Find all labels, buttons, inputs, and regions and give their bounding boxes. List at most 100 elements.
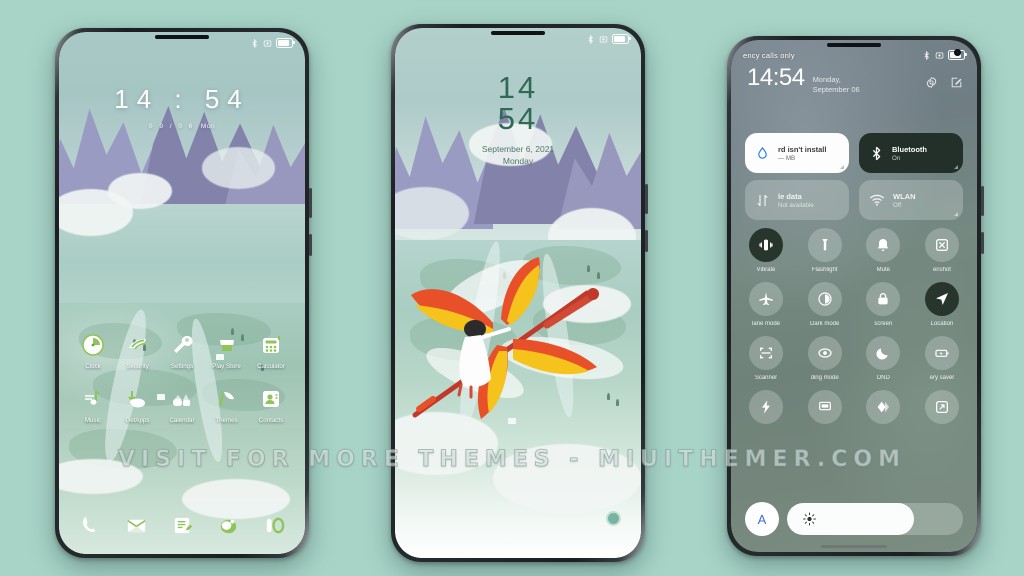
cc-toggle-row-1: Vibrate Flashlight Mute enshot xyxy=(743,228,965,273)
airplane-icon xyxy=(749,282,783,316)
app-themes[interactable]: Themes xyxy=(207,386,247,424)
bluetooth-icon xyxy=(924,50,929,60)
app-label: Play Store xyxy=(212,363,241,370)
tile-expand-corner[interactable] xyxy=(840,165,844,169)
phone-device-lockscreen: 14 54 September 6, 2021 Monday xyxy=(391,24,648,562)
cc-toggle-grid: Vibrate Flashlight Mute enshot lane mode… xyxy=(743,228,965,438)
tile-mobile-data[interactable]: le data Not available xyxy=(745,180,849,220)
home-app-row-1: Clock Security Settings Play Store Calcu… xyxy=(67,332,297,370)
power-button[interactable] xyxy=(645,230,648,252)
envelope-icon[interactable] xyxy=(123,512,149,538)
cc-clock: 14:54 xyxy=(747,64,805,91)
toggle-dark-mode[interactable]: Dark mode xyxy=(802,282,848,327)
brightness-control: A xyxy=(745,502,963,536)
battery-saver-icon xyxy=(924,336,959,370)
toggle-label: Scanner xyxy=(754,375,778,381)
toggle-lock-screen[interactable]: screen xyxy=(860,282,906,327)
phone-icon[interactable] xyxy=(77,512,103,538)
control-center-header: 14:54 Monday, September 06 xyxy=(747,66,963,95)
brightness-slider[interactable] xyxy=(787,503,963,535)
alarm-icon xyxy=(935,52,944,58)
tile-wlan[interactable]: WLAN Off xyxy=(859,180,963,220)
play-store-icon xyxy=(214,332,240,358)
toggle-location[interactable]: Location xyxy=(919,282,965,327)
clock-icon xyxy=(80,332,106,358)
fingerprint-indicator[interactable] xyxy=(608,513,619,524)
volume-button[interactable] xyxy=(645,184,648,214)
cc-time-row: 14:54 Monday, September 06 xyxy=(747,66,963,95)
toggle-screenshot[interactable]: enshot xyxy=(919,228,965,273)
app-security[interactable]: Security xyxy=(118,332,158,370)
power-button[interactable] xyxy=(309,234,312,256)
earpiece-speaker xyxy=(491,31,545,35)
browser-icon[interactable] xyxy=(261,512,287,538)
tile-expand-corner[interactable] xyxy=(954,212,958,216)
themes-icon xyxy=(214,386,240,412)
home-indicator[interactable] xyxy=(821,545,887,548)
tile-title: rd isn't install xyxy=(778,144,827,154)
getapps-icon xyxy=(125,386,151,412)
gear-icon[interactable] xyxy=(925,76,938,89)
toggle-cast[interactable] xyxy=(802,390,848,429)
screenshot-icon xyxy=(924,228,959,262)
app-label: Settings xyxy=(170,363,194,370)
scanner-icon xyxy=(749,336,783,370)
app-calculator[interactable]: Calculator xyxy=(251,332,291,370)
home-clock-subline: 0 9 / 0 6 Mon xyxy=(59,123,305,130)
app-label: Calculator xyxy=(257,363,285,370)
app-play-store[interactable]: Play Store xyxy=(207,332,247,370)
battery-icon xyxy=(276,38,295,48)
notes-icon[interactable] xyxy=(169,512,195,538)
battery-icon xyxy=(612,34,631,44)
calculator-icon xyxy=(258,332,284,358)
toggle-scanner[interactable]: Scanner xyxy=(743,336,789,381)
volume-button[interactable] xyxy=(309,188,312,218)
app-music[interactable]: Music xyxy=(73,386,113,424)
lockscreen-clock: 14 54 September 6, 2021 Monday xyxy=(395,72,641,167)
home-clock-weekday: Mon xyxy=(200,123,216,130)
toggle-power[interactable] xyxy=(743,390,789,429)
power-icon xyxy=(749,390,783,424)
tile-expand-corner[interactable] xyxy=(954,165,958,169)
cc-big-tiles-row-1: rd isn't install — MB Bluetooth On xyxy=(745,133,963,173)
toggle-screen-cast[interactable] xyxy=(919,390,965,429)
app-calendar[interactable]: Calendar xyxy=(162,386,202,424)
toggle-dnd[interactable]: DND xyxy=(860,336,906,381)
power-button[interactable] xyxy=(981,232,984,254)
bell-icon xyxy=(866,228,901,262)
earpiece-speaker xyxy=(827,43,881,47)
toggle-label: enshot xyxy=(932,267,951,273)
edit-icon[interactable] xyxy=(950,76,963,89)
tile-bluetooth[interactable]: Bluetooth On xyxy=(859,133,963,173)
toggle-vibrate[interactable]: Vibrate xyxy=(743,228,789,273)
app-contacts[interactable]: Contacts xyxy=(251,386,291,424)
volume-button[interactable] xyxy=(981,186,984,216)
tile-sim-data[interactable]: rd isn't install — MB xyxy=(745,133,849,173)
home-dock xyxy=(67,512,297,538)
app-label: Contacts xyxy=(258,417,284,424)
contacts-icon xyxy=(258,386,284,412)
alarm-icon xyxy=(599,36,608,42)
toggle-flashlight[interactable]: Flashlight xyxy=(802,228,848,273)
toggle-battery-saver[interactable]: ery saver xyxy=(919,336,965,381)
home-clock-widget[interactable]: 14 : 54 0 9 / 0 6 Mon xyxy=(59,84,305,130)
app-label: Themes xyxy=(215,417,238,424)
tile-subtitle: On xyxy=(892,154,901,162)
sun-icon xyxy=(803,512,816,526)
toggle-reading-mode[interactable]: ding mode xyxy=(802,336,848,381)
toggle-airplane-mode[interactable]: lane mode xyxy=(743,282,789,327)
toggle-label: Flashlight xyxy=(811,267,838,273)
app-settings[interactable]: Settings xyxy=(162,332,202,370)
camera-icon[interactable] xyxy=(215,512,241,538)
eye-icon xyxy=(807,336,842,370)
phone-device-home: 14 : 54 0 9 / 0 6 Mon Clock Security Set… xyxy=(55,28,312,558)
app-getapps[interactable]: GetApps xyxy=(118,386,158,424)
phone2-screen: 14 54 September 6, 2021 Monday xyxy=(395,28,641,558)
bluetooth-icon xyxy=(252,38,257,48)
lockscreen-weekday: Monday xyxy=(502,156,534,167)
toggle-mute[interactable]: Mute xyxy=(860,228,906,273)
auto-brightness-button[interactable]: A xyxy=(745,502,779,536)
tile-subtitle: — MB xyxy=(778,154,796,162)
app-clock[interactable]: Clock xyxy=(73,332,113,370)
toggle-theme[interactable] xyxy=(860,390,906,429)
